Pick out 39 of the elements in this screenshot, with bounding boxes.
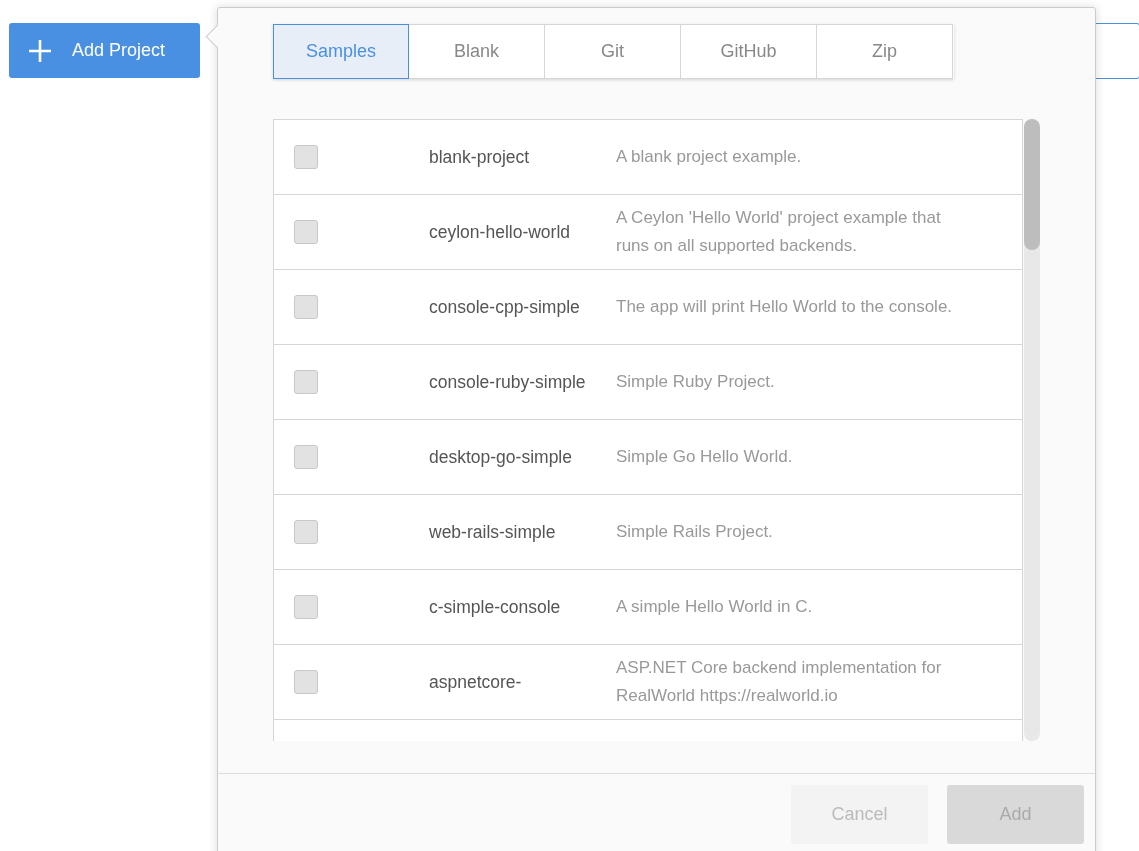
tab[interactable]: GitHub bbox=[681, 24, 817, 79]
sample-name: aspnetcore- bbox=[429, 671, 523, 693]
sample-name: console-ruby-simple bbox=[429, 371, 587, 393]
checkbox[interactable] bbox=[294, 670, 318, 694]
sample-name: desktop-go-simple bbox=[429, 446, 573, 468]
sample-description: The app will print Hello World to the console. bbox=[616, 296, 954, 318]
checkbox[interactable] bbox=[294, 295, 318, 319]
sample-description: A simple Hello World in C. bbox=[616, 596, 814, 618]
list-row[interactable]: console-cpp-simple The app will print Hello World to the console. bbox=[274, 270, 1022, 345]
sample-description: Simple Ruby Project. bbox=[616, 371, 776, 393]
tab[interactable]: Blank bbox=[409, 24, 545, 79]
sample-description: Simple Rails Project. bbox=[616, 521, 774, 543]
checkbox[interactable] bbox=[294, 595, 318, 619]
sample-name: ceylon-hello-world bbox=[429, 221, 572, 243]
list-row[interactable]: blank-project A blank project example. bbox=[274, 120, 1022, 195]
checkbox[interactable] bbox=[294, 370, 318, 394]
sample-description: Simple Go Hello World. bbox=[616, 446, 794, 468]
sample-name: c-simple-console bbox=[429, 596, 562, 618]
list-row[interactable]: web-rails-simple Simple Rails Project. bbox=[274, 495, 1022, 570]
plus-icon bbox=[28, 38, 52, 63]
sample-description: A Ceylon 'Hello World' project example that runs on all supported backends. bbox=[616, 207, 942, 257]
tab[interactable]: Zip bbox=[817, 24, 953, 79]
sample-name: console-cpp-simple bbox=[429, 296, 581, 318]
list-row[interactable]: ceylon-hello-world A Ceylon 'Hello World' project example that runs on all supported backends. bbox=[274, 195, 1022, 270]
checkbox[interactable] bbox=[294, 220, 318, 244]
list-row[interactable]: c-simple-console A simple Hello World in C. bbox=[274, 570, 1022, 645]
scrollbar-thumb[interactable] bbox=[1024, 119, 1040, 250]
checkbox[interactable] bbox=[294, 445, 318, 469]
sample-description: A blank project example. bbox=[616, 146, 803, 168]
sample-description: ASP.NET Core backend implementation for RealWorld https://realworld.io bbox=[616, 657, 943, 707]
scrollbar[interactable] bbox=[1024, 119, 1040, 741]
sample-name: blank-project bbox=[429, 146, 531, 168]
checkbox[interactable] bbox=[294, 520, 318, 544]
list-row[interactable]: aspnetcore- ASP.NET Core backend implementation for RealWorld https://realworld.io bbox=[274, 645, 1022, 720]
checkbox[interactable] bbox=[294, 145, 318, 169]
tab[interactable]: Git bbox=[545, 24, 681, 79]
sample-name: web-rails-simple bbox=[429, 521, 557, 543]
list-row[interactable]: console-ruby-simple Simple Ruby Project. bbox=[274, 345, 1022, 420]
list-row[interactable]: desktop-go-simple Simple Go Hello World. bbox=[274, 420, 1022, 495]
